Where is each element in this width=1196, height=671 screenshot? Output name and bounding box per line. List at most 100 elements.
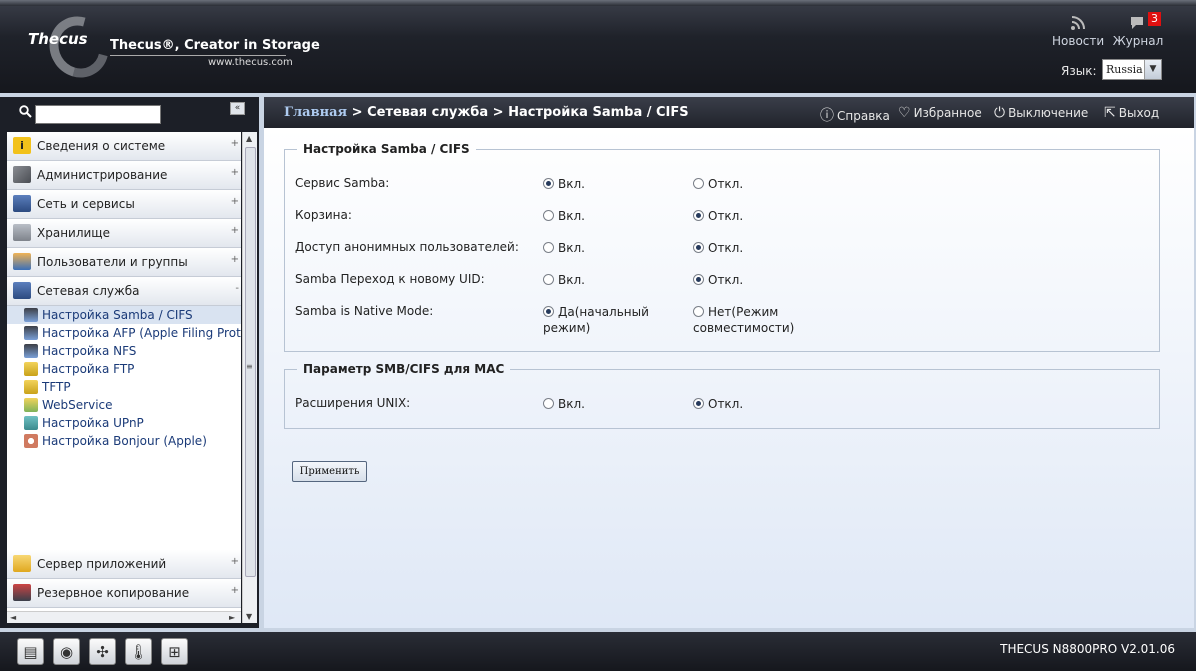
option-label: Откл.: [708, 241, 744, 255]
sidebar-item-users[interactable]: Пользователи и группы +: [7, 248, 241, 277]
sidebar-item-storage[interactable]: Хранилище +: [7, 219, 241, 248]
breadcrumb-home-link[interactable]: Главная: [284, 105, 347, 120]
sidebar-item-network-service[interactable]: Сетевая служба -: [7, 277, 241, 306]
language-select[interactable]: Russia ▼: [1102, 59, 1162, 80]
radio-on[interactable]: [543, 178, 554, 189]
language-value: Russia: [1106, 63, 1143, 76]
anonymous-access-off-option[interactable]: Откл.: [693, 240, 843, 256]
brand-url: www.thecus.com: [208, 57, 293, 68]
sidebar-item-label: Сервер приложений: [37, 557, 167, 571]
sidebar-subitem-webservice[interactable]: WebService: [7, 396, 241, 414]
sidebar-subitem-ftp[interactable]: Настройка FTP: [7, 360, 241, 378]
shutdown-button[interactable]: ⏻ Выключение: [994, 105, 1088, 121]
subitem-label: Настройка FTP: [42, 362, 135, 376]
collapse-panel-button[interactable]: «: [230, 102, 245, 115]
server-icon[interactable]: ▤: [17, 638, 44, 665]
sidebar-item-administration[interactable]: Администрирование +: [7, 161, 241, 190]
radio-off[interactable]: [693, 274, 704, 285]
radio-on[interactable]: [543, 242, 554, 253]
new-uid-off-option[interactable]: Откл.: [693, 272, 843, 288]
fan-icon[interactable]: ✣: [89, 638, 116, 665]
power-icon: ⏻: [994, 105, 1006, 121]
anonymous-access-on-option[interactable]: Вкл.: [543, 240, 693, 256]
expand-icon[interactable]: +: [231, 188, 239, 216]
logout-button[interactable]: ⇱ Выход: [1104, 105, 1159, 121]
network-topology-icon[interactable]: ⊞: [161, 638, 188, 665]
option-label: Откл.: [708, 273, 744, 287]
search-input[interactable]: [35, 105, 161, 124]
sidebar-vertical-scrollbar[interactable]: ▲ ≡ ▼: [242, 132, 257, 623]
scroll-right-icon[interactable]: ►: [229, 613, 235, 622]
help-button[interactable]: ⓘ Справка: [820, 105, 890, 125]
radio-on[interactable]: [543, 210, 554, 221]
samba-service-on-option[interactable]: Вкл.: [543, 176, 693, 192]
menu-spacer: [7, 450, 241, 550]
subitem-label: TFTP: [42, 380, 71, 394]
radio-on[interactable]: [543, 398, 554, 409]
backup-icon: [13, 584, 31, 601]
collapse-icon[interactable]: -: [235, 275, 239, 303]
left-panel: « i Сведения о системе + Администрирован…: [0, 97, 259, 628]
new-uid-on-option[interactable]: Вкл.: [543, 272, 693, 288]
log-count-badge: 3: [1148, 12, 1161, 26]
rss-icon: [1068, 14, 1088, 32]
sidebar-item-backup[interactable]: Резервное копирование +: [7, 579, 241, 608]
expand-icon[interactable]: +: [231, 132, 239, 158]
sidebar-item-system-info[interactable]: i Сведения о системе +: [7, 132, 241, 161]
sidebar-item-network[interactable]: Сеть и сервисы +: [7, 190, 241, 219]
samba-service-off-option[interactable]: Откл.: [693, 176, 843, 192]
storage-icon: [13, 224, 31, 241]
scroll-grip-icon: ≡: [246, 362, 253, 371]
top-header: Thecus Thecus®, Creator in Storage www.t…: [0, 0, 1196, 93]
scroll-down-icon[interactable]: ▼: [246, 612, 252, 621]
field-label: Корзина:: [295, 208, 352, 222]
chevron-down-icon[interactable]: ▼: [1144, 60, 1161, 79]
sidebar-item-label: Сетевая служба: [37, 284, 140, 298]
recycle-bin-off-option[interactable]: Откл.: [693, 208, 843, 224]
log-button[interactable]: 3 Журнал: [1112, 12, 1164, 48]
sidebar-subitem-afp[interactable]: Настройка AFP (Apple Filing Protocol): [7, 324, 241, 342]
expand-icon[interactable]: +: [231, 246, 239, 274]
radio-on[interactable]: [543, 306, 554, 317]
expand-icon[interactable]: +: [231, 548, 239, 576]
apply-button[interactable]: Применить: [292, 461, 367, 482]
radio-off[interactable]: [693, 306, 704, 317]
scroll-left-icon[interactable]: ◄: [10, 613, 16, 622]
thermometer-icon[interactable]: 🌡: [125, 638, 152, 665]
field-label: Доступ анонимных пользователей:: [295, 240, 519, 254]
sidebar-item-label: Сеть и сервисы: [37, 197, 135, 211]
help-label: Справка: [837, 109, 890, 123]
radio-off[interactable]: [693, 242, 704, 253]
news-button[interactable]: Новости: [1052, 14, 1104, 48]
sidebar-subitem-nfs[interactable]: Настройка NFS: [7, 342, 241, 360]
option-label: Вкл.: [558, 273, 585, 287]
sidebar-horizontal-scrollbar[interactable]: ◄ ►: [7, 611, 241, 623]
sidebar-subitem-tftp[interactable]: TFTP: [7, 378, 241, 396]
scroll-up-icon[interactable]: ▲: [246, 134, 252, 143]
sidebar-item-app-server[interactable]: Сервер приложений +: [7, 550, 241, 579]
radio-on[interactable]: [543, 274, 554, 285]
disk-icon[interactable]: ◉: [53, 638, 80, 665]
radio-off[interactable]: [693, 178, 704, 189]
radio-off[interactable]: [693, 398, 704, 409]
native-mode-yes-option[interactable]: Да(начальный режим): [543, 304, 658, 336]
radio-off[interactable]: [693, 210, 704, 221]
samba-settings-legend: Настройка Samba / CIFS: [303, 142, 470, 156]
unix-extensions-off-option[interactable]: Откл.: [693, 396, 843, 412]
sidebar-subitem-bonjour[interactable]: Настройка Bonjour (Apple): [7, 432, 241, 450]
sidebar-subitem-samba[interactable]: Настройка Samba / CIFS: [7, 306, 241, 324]
mac-settings-legend: Параметр SMB/CIFS для MAC: [303, 362, 505, 376]
subitem-label: Настройка Samba / CIFS: [42, 308, 193, 322]
expand-icon[interactable]: +: [231, 577, 239, 605]
sidebar-item-label: Пользователи и группы: [37, 255, 188, 269]
recycle-bin-on-option[interactable]: Вкл.: [543, 208, 693, 224]
nfs-icon: [24, 344, 38, 358]
sidebar-subitem-upnp[interactable]: Настройка UPnP: [7, 414, 241, 432]
expand-icon[interactable]: +: [231, 217, 239, 245]
favorites-button[interactable]: ♡ Избранное: [898, 105, 982, 121]
favorites-label: Избранное: [913, 106, 982, 120]
expand-icon[interactable]: +: [231, 159, 239, 187]
unix-extensions-on-option[interactable]: Вкл.: [543, 396, 693, 412]
sidebar-item-label: Администрирование: [37, 168, 168, 182]
native-mode-no-option[interactable]: Нет(Режим совместимости): [693, 304, 803, 336]
